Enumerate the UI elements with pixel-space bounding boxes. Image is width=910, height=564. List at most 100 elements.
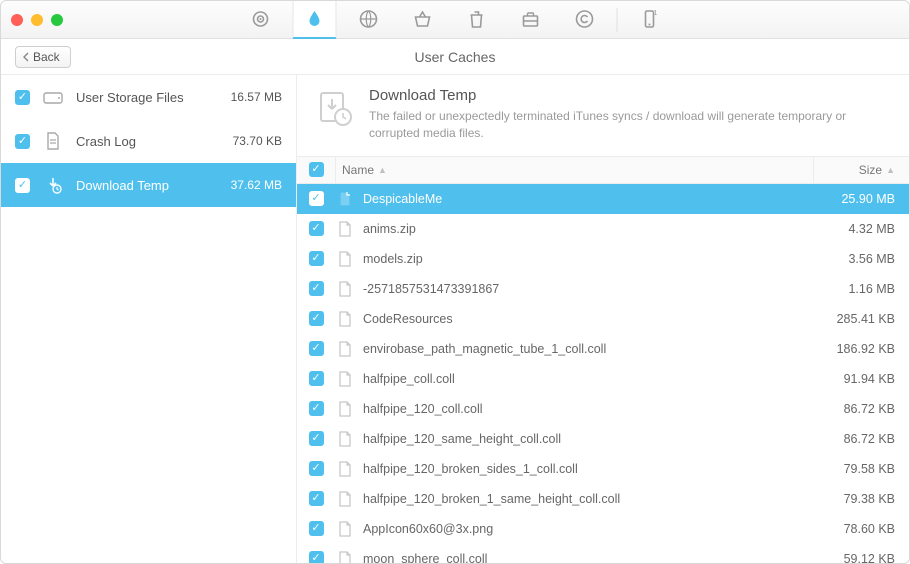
file-name: halfpipe_coll.coll [363,372,813,386]
toolbar-trash-button[interactable] [455,1,499,39]
content-pane: Download Temp The failed or unexpectedly… [297,75,909,563]
file-icon [338,461,352,477]
globe-icon [359,9,379,29]
circle-c-icon [575,9,595,29]
table-header: ✓ Name ▲ Size ▲ [297,156,909,184]
sidebar-item-label: Download Temp [76,178,169,193]
file-size: 4.32 MB [813,222,909,236]
file-checkbox[interactable]: ✓ [309,521,324,536]
file-size: 91.94 KB [813,372,909,386]
file-name: halfpipe_120_same_height_coll.coll [363,432,813,446]
file-checkbox[interactable]: ✓ [309,401,324,416]
file-name: models.zip [363,252,813,266]
sidebar-checkbox[interactable]: ✓ [15,134,30,149]
file-size: 25.90 MB [813,192,909,206]
file-size: 186.92 KB [813,342,909,356]
sidebar-item-crash-log[interactable]: ✓Crash Log73.70 KB [1,119,296,163]
file-checkbox[interactable]: ✓ [309,341,324,356]
file-row[interactable]: ✓CodeResources285.41 KB [297,304,909,334]
file-icon [338,341,352,357]
file-checkbox[interactable]: ✓ [309,311,324,326]
file-icon [338,551,352,563]
select-all-checkbox[interactable]: ✓ [309,162,324,177]
disk-icon [42,89,64,105]
file-row[interactable]: ✓moon_sphere_coll.coll59.12 KB [297,544,909,563]
toolbar-briefcase-button[interactable] [509,1,553,39]
svg-text:1: 1 [654,10,658,17]
file-checkbox[interactable]: ✓ [309,191,324,206]
toolbar-target-button[interactable] [239,1,283,39]
sidebar-item-download-temp[interactable]: ✓ Download Temp 37.62 MB [1,163,296,207]
file-checkbox[interactable]: ✓ [309,281,324,296]
file-size: 59.12 KB [813,552,909,563]
zoom-window-button[interactable] [51,14,63,26]
category-title: Download Temp [369,87,891,104]
toolbar-phone-button[interactable]: 1 [628,1,672,39]
file-row[interactable]: ✓ DespicableMe25.90 MB [297,184,909,214]
page-title: User Caches [415,49,496,65]
file-row[interactable]: ✓halfpipe_120_broken_sides_1_coll.coll79… [297,454,909,484]
sidebar-checkbox[interactable]: ✓ [15,90,30,105]
briefcase-icon [521,9,541,29]
sidebar-item-label: User Storage Files [76,90,184,105]
file-row[interactable]: ✓AppIcon60x60@3x.png78.60 KB [297,514,909,544]
toolbar-brush-button[interactable] [293,1,337,39]
file-name: halfpipe_120_coll.coll [363,402,813,416]
close-window-button[interactable] [11,14,23,26]
sidebar-item-size: 16.57 MB [231,90,282,104]
file-icon [338,431,352,447]
file-name: halfpipe_120_broken_1_same_height_coll.c… [363,492,813,506]
file-checkbox[interactable]: ✓ [309,491,324,506]
basket-icon [413,9,433,29]
trash-icon [467,9,487,29]
target-icon [251,9,271,29]
file-name: anims.zip [363,222,813,236]
file-checkbox[interactable]: ✓ [309,461,324,476]
download-icon [42,176,64,194]
file-size: 3.56 MB [813,252,909,266]
sidebar-item-user-storage-files[interactable]: ✓ User Storage Files 16.57 MB [1,75,296,119]
category-header: Download Temp The failed or unexpectedly… [297,75,909,156]
toolbar-circle-c-button[interactable] [563,1,607,39]
file-size: 78.60 KB [813,522,909,536]
file-row[interactable]: ✓ models.zip3.56 MB [297,244,909,274]
doc-icon [42,132,64,150]
file-icon [338,221,352,237]
file-row[interactable]: ✓-25718575314733918671.16 MB [297,274,909,304]
file-list[interactable]: ✓DespicableMe25.90 MB✓anims.zip4.32 MB✓m… [297,184,909,563]
file-icon [338,521,352,537]
download-temp-icon [315,87,355,131]
main-area: ✓User Storage Files16.57 MB✓Crash Log73.… [1,75,909,563]
file-row[interactable]: ✓ anims.zip4.32 MB [297,214,909,244]
file-checkbox[interactable]: ✓ [309,371,324,386]
brush-icon [305,9,325,29]
file-checkbox[interactable]: ✓ [309,431,324,446]
sidebar-checkbox[interactable]: ✓ [15,178,30,193]
file-name: envirobase_path_magnetic_tube_1_coll.col… [363,342,813,356]
file-row[interactable]: ✓halfpipe_120_coll.coll86.72 KB [297,394,909,424]
column-header-name[interactable]: Name ▲ [335,157,813,183]
toolbar-globe-button[interactable] [347,1,391,39]
file-icon [338,251,352,267]
file-name: -2571857531473391867 [363,282,813,296]
file-checkbox[interactable]: ✓ [309,251,324,266]
sidebar-item-label: Crash Log [76,134,136,149]
back-label: Back [33,50,60,64]
category-sidebar: ✓User Storage Files16.57 MB✓Crash Log73.… [1,75,297,563]
back-button[interactable]: Back [15,46,71,68]
file-name: DespicableMe [363,192,813,206]
file-checkbox[interactable]: ✓ [309,221,324,236]
column-header-size[interactable]: Size ▲ [813,157,909,183]
file-size: 86.72 KB [813,432,909,446]
file-row[interactable]: ✓ envirobase_path_magnetic_tube_1_coll.co… [297,334,909,364]
file-checkbox[interactable]: ✓ [309,551,324,563]
file-row[interactable]: ✓ halfpipe_120_same_height_coll.coll86.72… [297,424,909,454]
file-row[interactable]: ✓ halfpipe_coll.coll91.94 KB [297,364,909,394]
sidebar-item-size: 37.62 MB [231,178,282,192]
file-row[interactable]: ✓ halfpipe_120_broken_1_same_height_coll.… [297,484,909,514]
category-description: The failed or unexpectedly terminated iT… [369,108,891,142]
toolbar-basket-button[interactable] [401,1,445,39]
chevron-left-icon [22,52,29,62]
minimize-window-button[interactable] [31,14,43,26]
file-icon [338,191,352,207]
